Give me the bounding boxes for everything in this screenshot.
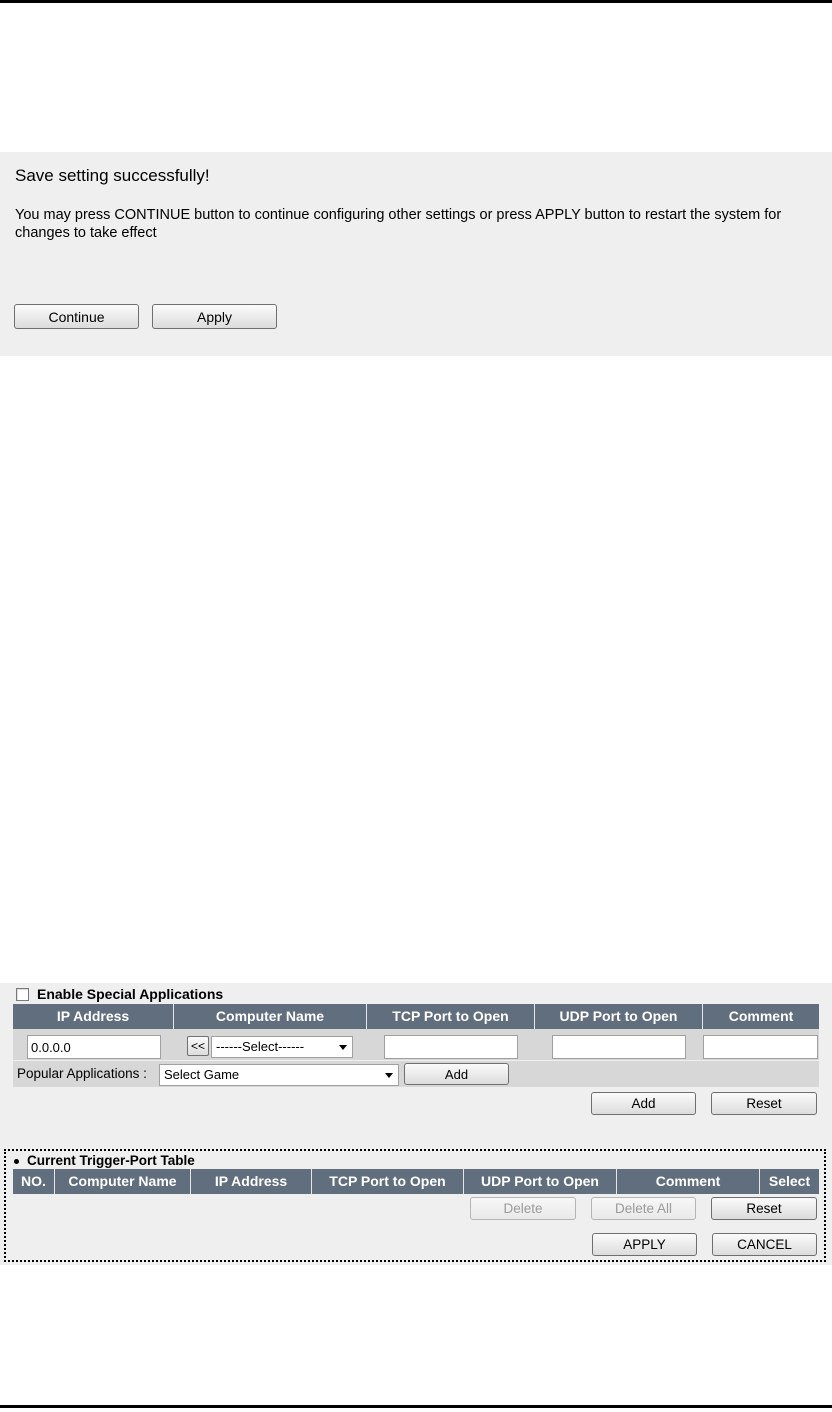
bullet-icon xyxy=(14,1158,19,1164)
trigger-col-select: Select xyxy=(760,1169,819,1194)
apply-button[interactable]: Apply xyxy=(152,304,277,329)
udp-port-input[interactable] xyxy=(552,1035,686,1059)
apply-settings-button[interactable]: APPLY xyxy=(592,1233,697,1256)
special-applications-panel: Enable Special Applications IP Address C… xyxy=(0,983,832,1265)
col-header-comment: Comment xyxy=(703,1004,819,1029)
popular-applications-select[interactable]: Select Game xyxy=(159,1064,399,1086)
save-success-panel: Save setting successfully! You may press… xyxy=(0,152,832,356)
table-reset-button[interactable]: Reset xyxy=(711,1197,817,1220)
trigger-col-udp-port: UDP Port to Open xyxy=(464,1169,617,1194)
trigger-col-tcp-port: TCP Port to Open xyxy=(312,1169,464,1194)
popular-applications-label: Popular Applications : xyxy=(17,1066,147,1081)
continue-button[interactable]: Continue xyxy=(14,304,139,329)
popular-add-button[interactable]: Add xyxy=(404,1063,509,1085)
delete-all-button[interactable]: Delete All xyxy=(591,1197,696,1220)
ip-address-input[interactable] xyxy=(27,1035,161,1059)
col-header-ip-address: IP Address xyxy=(13,1004,174,1029)
comment-input[interactable] xyxy=(703,1035,818,1059)
trigger-col-ip-address: IP Address xyxy=(191,1169,312,1194)
chevron-down-icon xyxy=(339,1045,347,1050)
copy-computer-button[interactable]: << xyxy=(187,1036,209,1056)
top-rule xyxy=(0,0,832,3)
computer-name-select[interactable]: ------Select------ xyxy=(211,1036,353,1058)
enable-checkbox[interactable] xyxy=(16,987,29,1001)
save-title: Save setting successfully! xyxy=(15,166,210,185)
trigger-col-no: NO. xyxy=(13,1169,55,1194)
trigger-col-computer-name: Computer Name xyxy=(55,1169,191,1194)
reset-button[interactable]: Reset xyxy=(711,1092,817,1115)
popular-applications-select-value: Select Game xyxy=(164,1067,240,1082)
col-header-tcp-port: TCP Port to Open xyxy=(367,1004,535,1029)
enable-label: Enable Special Applications xyxy=(37,986,224,1002)
save-message: You may press CONTINUE button to continu… xyxy=(15,207,782,241)
add-button[interactable]: Add xyxy=(591,1092,696,1115)
enable-special-applications[interactable]: Enable Special Applications xyxy=(16,985,223,1003)
trigger-table-title: Current Trigger-Port Table xyxy=(14,1153,195,1168)
trigger-table-title-text: Current Trigger-Port Table xyxy=(27,1153,195,1168)
cancel-button[interactable]: CANCEL xyxy=(712,1233,817,1256)
col-header-computer-name: Computer Name xyxy=(174,1004,367,1029)
tcp-port-input[interactable] xyxy=(384,1035,518,1059)
chevron-down-icon xyxy=(385,1073,393,1078)
trigger-col-comment: Comment xyxy=(617,1169,760,1194)
bottom-rule xyxy=(0,1405,832,1408)
delete-button[interactable]: Delete xyxy=(470,1197,576,1220)
computer-name-select-value: ------Select------ xyxy=(216,1039,305,1054)
col-header-udp-port: UDP Port to Open xyxy=(535,1004,703,1029)
